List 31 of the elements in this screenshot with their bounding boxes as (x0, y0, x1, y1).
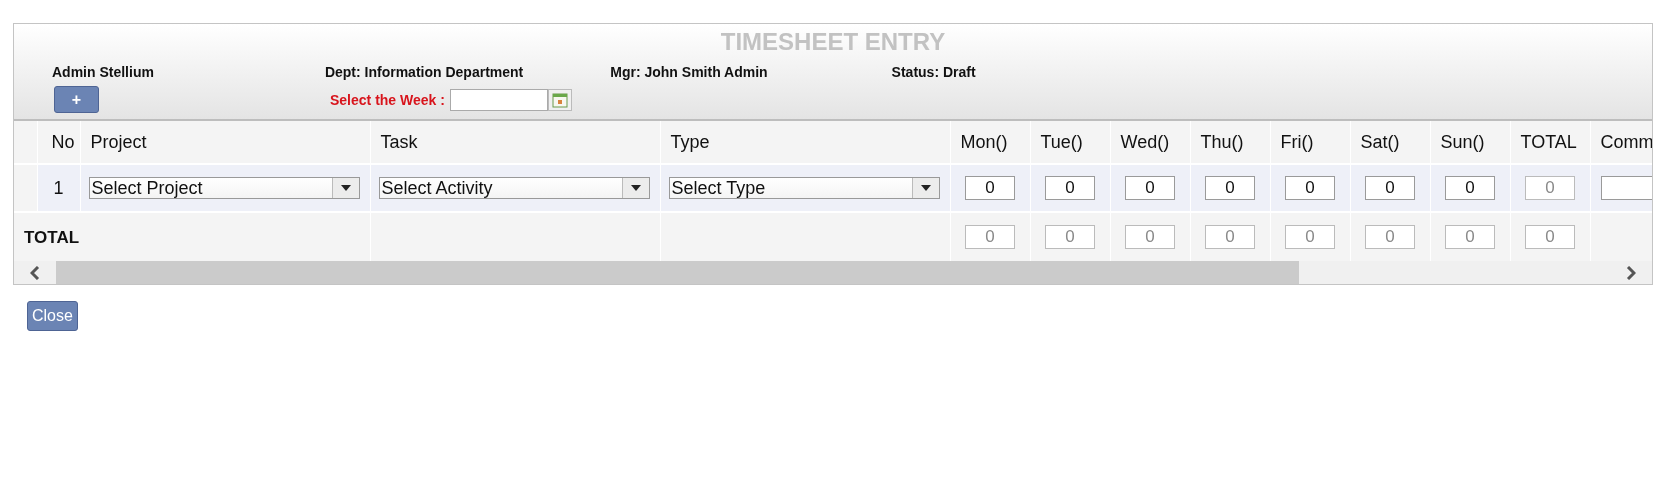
calendar-button[interactable] (547, 88, 572, 111)
total-label: TOTAL (23, 227, 80, 247)
hours-input[interactable]: 0 (1125, 176, 1175, 200)
chevron-left-icon[interactable] (30, 265, 40, 280)
week-input[interactable] (449, 88, 548, 111)
caret-icon (340, 185, 351, 191)
week-label: Select the Week : (330, 91, 445, 108)
row-number: 1 (37, 164, 80, 212)
type-select[interactable]: Select Type (668, 177, 940, 199)
comment-input[interactable] (1600, 176, 1652, 200)
task-select[interactable]: Select Activity (378, 177, 650, 199)
hours-input[interactable]: 0 (1285, 176, 1335, 200)
caret-icon (630, 185, 641, 191)
hours-input[interactable]: 0 (1445, 176, 1495, 200)
status-label: Status: Draft (891, 64, 976, 82)
horizontal-scrollbar[interactable] (14, 261, 1652, 284)
page-title: TIMESHEET ENTRY (720, 28, 946, 56)
chevron-right-icon[interactable] (1626, 265, 1636, 280)
manager-label: Mgr: John Smith Admin (610, 64, 768, 82)
hours-input[interactable]: 0 (1205, 176, 1255, 200)
hours-input[interactable]: 0 (965, 176, 1015, 200)
add-button[interactable]: + (54, 86, 99, 113)
hours-input[interactable]: 0 (1045, 176, 1095, 200)
calendar-icon (551, 91, 568, 108)
hours-input[interactable]: 0 (1365, 176, 1415, 200)
caret-icon (920, 185, 931, 191)
department-label: Dept: Information Department (324, 64, 524, 82)
project-select[interactable]: Select Project (88, 177, 360, 199)
employee-name: Admin Stellium (52, 64, 154, 82)
scrollbar-thumb[interactable] (56, 261, 1300, 284)
close-button[interactable]: Close (27, 301, 78, 331)
